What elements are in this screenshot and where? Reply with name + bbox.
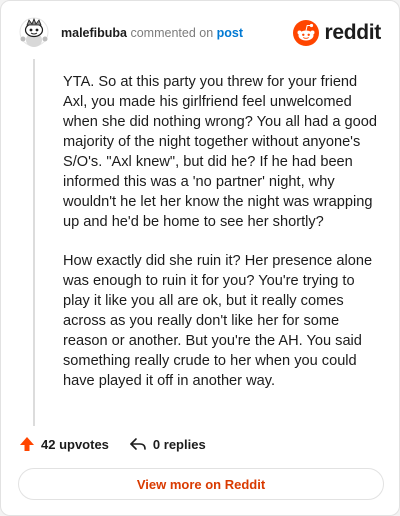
upvote-button[interactable]: 42 upvotes xyxy=(19,436,109,452)
post-link[interactable]: post xyxy=(217,26,243,40)
view-more-label: View more on Reddit xyxy=(136,476,266,492)
comment-header: malefibuba commented on post reddit xyxy=(19,17,381,53)
comment-body: YTA. So at this party you threw for your… xyxy=(63,72,379,410)
reply-count: 0 replies xyxy=(152,436,206,452)
comment-paragraph-2: How exactly did she ruin it? Her presenc… xyxy=(63,253,373,389)
comment-thread-line xyxy=(33,59,35,426)
view-more-on-reddit-button[interactable]: View more on Reddit xyxy=(18,468,384,500)
user-avatar[interactable] xyxy=(19,17,49,49)
reply-arrow-icon xyxy=(130,438,146,450)
comment-meta: malefibuba commented on post xyxy=(61,26,243,40)
snoo-avatar-icon xyxy=(19,17,49,47)
reddit-logo[interactable]: reddit xyxy=(293,19,381,47)
upvote-arrow-icon xyxy=(20,437,34,451)
upvote-count: 42 upvotes xyxy=(41,436,109,452)
commented-on-text: commented on xyxy=(130,26,214,40)
reply-button[interactable]: 0 replies xyxy=(129,437,206,452)
reddit-snoo-icon xyxy=(293,20,320,46)
reddit-wordmark: reddit xyxy=(324,21,381,44)
comment-paragraph-1: YTA. So at this party you threw for your… xyxy=(63,74,378,230)
username-link[interactable]: malefibuba xyxy=(61,26,127,40)
embedded-comment-card: malefibuba commented on post reddit YTA.… xyxy=(0,0,400,516)
comment-actions: 42 upvotes 0 replies xyxy=(19,433,206,455)
